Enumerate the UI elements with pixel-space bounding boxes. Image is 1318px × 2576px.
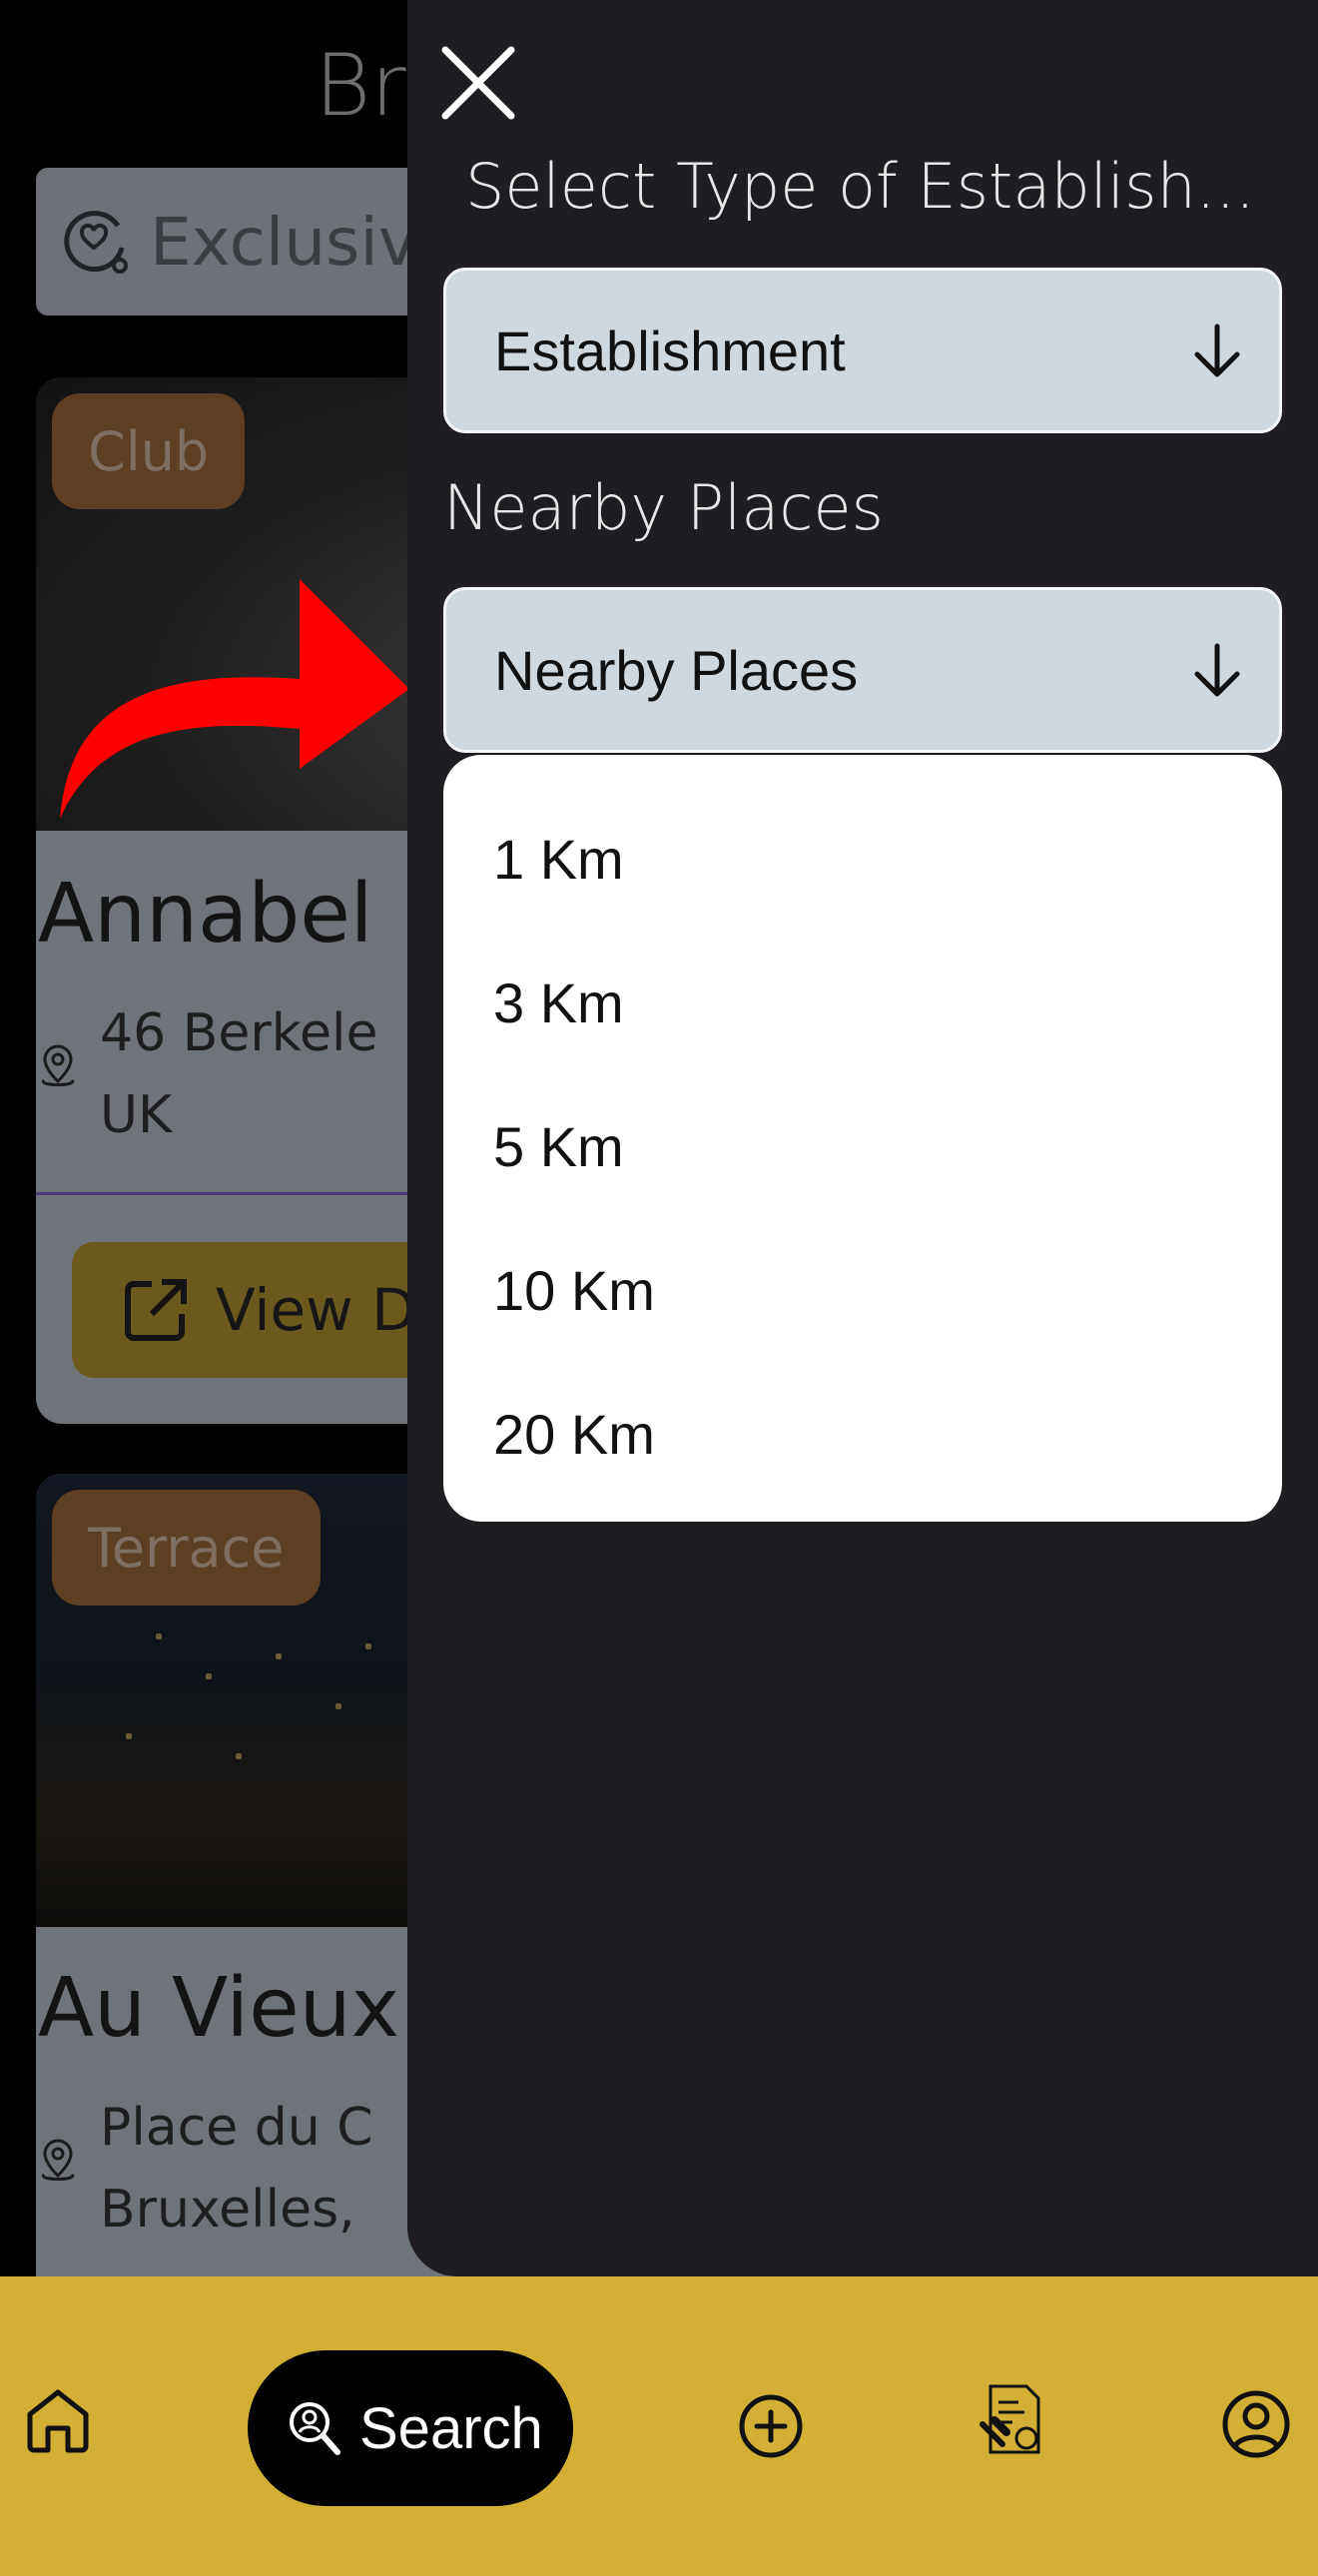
arrow-down-icon [1194, 643, 1240, 697]
external-link-icon [125, 1279, 187, 1341]
location-pin-icon [42, 2139, 74, 2181]
card-title: Au Vieux [38, 1961, 400, 2056]
search-tab-label: Search [359, 2395, 543, 2461]
nearby-places-select[interactable]: Nearby Places [443, 587, 1282, 753]
search-tab[interactable]: Search [248, 2350, 573, 2506]
card-address: 46 Berkele UK [100, 1003, 378, 1145]
arrow-down-icon [1194, 323, 1240, 377]
nearby-places-value: Nearby Places [494, 638, 859, 702]
search-person-icon [290, 2402, 340, 2455]
bottom-navigation: Search [0, 2276, 1318, 2576]
option-1-km[interactable]: 1 Km [443, 787, 1282, 931]
home-icon[interactable] [22, 2384, 94, 2456]
plus-circle-icon[interactable] [737, 2392, 805, 2460]
establishment-type-value: Establishment [494, 319, 846, 382]
establishment-type-select[interactable]: Establishment [443, 268, 1282, 433]
card-address: Place du C Bruxelles, [100, 2098, 373, 2240]
category-badge: Terrace [52, 1490, 321, 1606]
exclusive-label: Exclusiv [150, 203, 417, 281]
close-icon[interactable] [431, 36, 525, 130]
establishment-type-label: Select Type of Establish... [465, 150, 1255, 223]
category-badge: Club [52, 393, 246, 509]
option-3-km[interactable]: 3 Km [443, 931, 1282, 1074]
option-5-km[interactable]: 5 Km [443, 1074, 1282, 1218]
annotation-arrow-icon [60, 579, 409, 819]
option-20-km[interactable]: 20 Km [443, 1362, 1282, 1506]
profile-icon[interactable] [1220, 2388, 1292, 2460]
nearby-places-label: Nearby Places [443, 471, 884, 544]
view-details-label: View D [216, 1276, 416, 1344]
card-title: Annabel [38, 867, 373, 962]
document-gavel-icon[interactable] [977, 2380, 1048, 2460]
option-10-km[interactable]: 10 Km [443, 1218, 1282, 1362]
page-title: Br [315, 36, 406, 136]
heart-refresh-icon [64, 211, 128, 274]
location-pin-icon [42, 1044, 74, 1086]
nearby-places-dropdown: 1 Km 3 Km 5 Km 10 Km 20 Km [443, 755, 1282, 1522]
